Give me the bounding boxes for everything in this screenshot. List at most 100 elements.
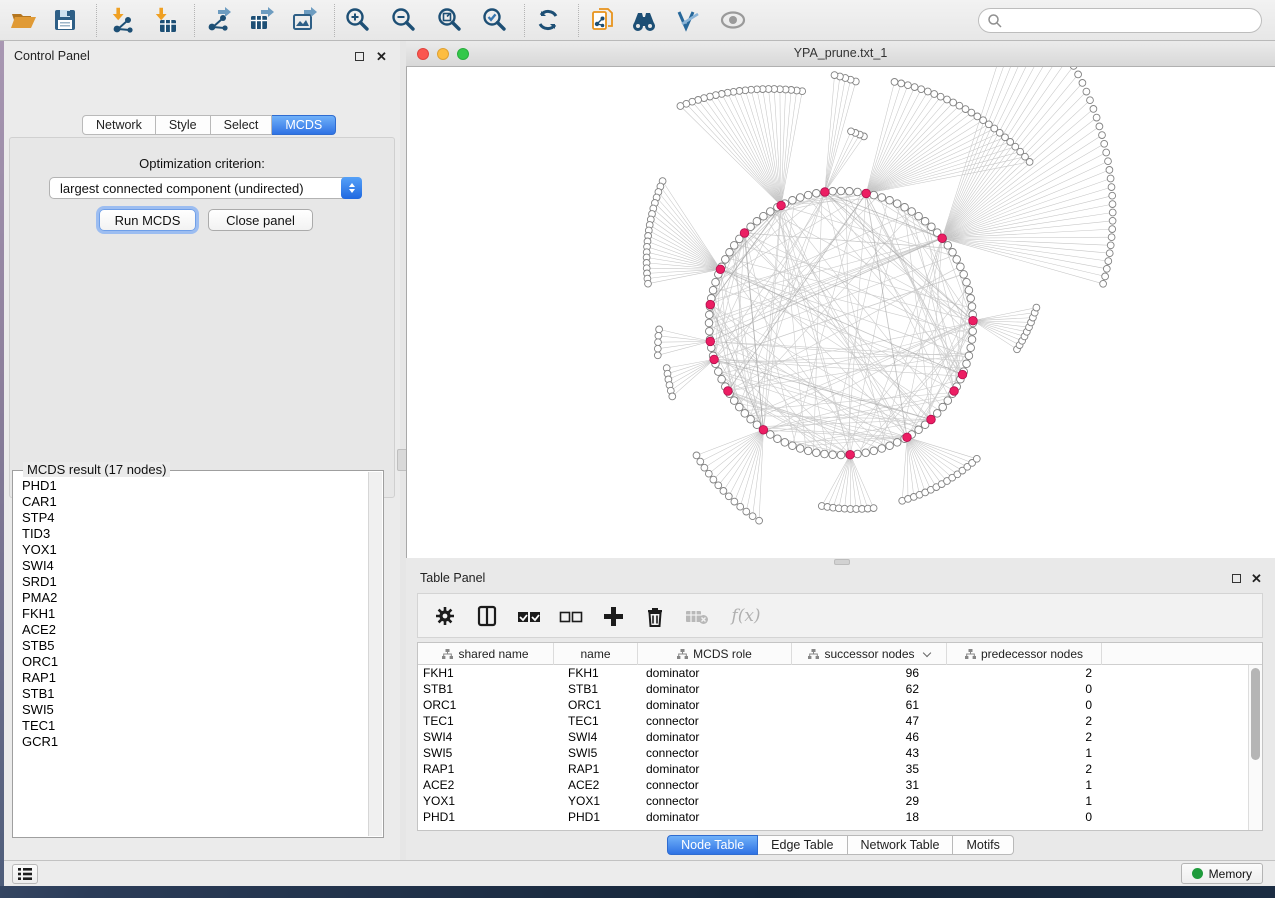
cell-predecessor-nodes: 0 (947, 681, 1102, 697)
delete-table-icon[interactable] (684, 603, 710, 629)
cell-name: ACE2 (554, 777, 638, 793)
tab-network-table[interactable]: Network Table (848, 835, 954, 855)
scrollbar-thumb[interactable] (1251, 668, 1260, 760)
list-item-yox1[interactable]: YOX1 (14, 542, 366, 558)
list-item-rap1[interactable]: RAP1 (14, 670, 366, 686)
tab-mcds[interactable]: MCDS (272, 115, 336, 135)
table-row-rap1[interactable]: RAP1RAP1dominator352 (418, 761, 1248, 777)
list-item-tec1[interactable]: TEC1 (14, 718, 366, 734)
mcds-result-group: MCDS result (17 nodes) PHD1CAR1STP4TID3Y… (12, 470, 384, 838)
table-row-stb1[interactable]: STB1STB1dominator620 (418, 681, 1248, 697)
column-label: shared name (458, 647, 528, 661)
cell-predecessor-nodes: 2 (947, 665, 1102, 681)
zoom-in-icon[interactable] (342, 5, 372, 35)
table-panel-title: Table Panel (420, 571, 485, 585)
network-graph[interactable] (407, 67, 1275, 558)
table-scrollbar[interactable] (1248, 665, 1262, 830)
zoom-out-icon[interactable] (388, 5, 418, 35)
cell-name: RAP1 (554, 761, 638, 777)
list-item-stb5[interactable]: STB5 (14, 638, 366, 654)
export-network-icon[interactable] (204, 5, 234, 35)
toolbar-separator (578, 4, 579, 37)
split-columns-icon[interactable] (474, 603, 500, 629)
table-row-fkh1[interactable]: FKH1FKH1dominator962 (418, 665, 1248, 681)
list-item-gcr1[interactable]: GCR1 (14, 734, 366, 750)
cell-shared-name: ORC1 (418, 697, 554, 713)
optimization-dropdown[interactable]: largest connected component (undirected) (49, 177, 362, 199)
table-row-yox1[interactable]: YOX1YOX1connector291 (418, 793, 1248, 809)
node-table[interactable]: shared name name MCDS rolesuccessor nodesp… (417, 642, 1263, 831)
list-item-swi4[interactable]: SWI4 (14, 558, 366, 574)
column-header-name[interactable]: name (554, 643, 638, 665)
float-panel-icon[interactable] (1230, 572, 1243, 585)
table-row-tec1[interactable]: TEC1TEC1connector472 (418, 713, 1248, 729)
table-row-phd1[interactable]: PHD1PHD1dominator180 (418, 809, 1248, 825)
list-item-fkh1[interactable]: FKH1 (14, 606, 366, 622)
table-row-swi5[interactable]: SWI5SWI5connector431 (418, 745, 1248, 761)
horizontal-splitter[interactable] (406, 558, 1275, 565)
list-item-car1[interactable]: CAR1 (14, 494, 366, 510)
cell-name: YOX1 (554, 793, 638, 809)
list-item-tid3[interactable]: TID3 (14, 526, 366, 542)
column-header-successor-nodes[interactable]: successor nodes (792, 643, 947, 665)
export-image-icon[interactable] (290, 5, 320, 35)
export-table-icon[interactable] (247, 5, 277, 35)
select-all-checkboxes-icon[interactable] (516, 603, 542, 629)
close-panel-button[interactable]: Close panel (208, 209, 313, 231)
column-label: name (580, 647, 610, 661)
graphics-details-eye-icon[interactable] (718, 5, 748, 35)
memory-button[interactable]: Memory (1181, 863, 1263, 884)
close-panel-icon[interactable]: ✕ (375, 50, 388, 63)
cell-successor-nodes: 29 (792, 793, 947, 809)
clone-network-icon[interactable] (588, 5, 618, 35)
list-item-phd1[interactable]: PHD1 (14, 478, 366, 494)
list-item-pma2[interactable]: PMA2 (14, 590, 366, 606)
zoom-selected-icon[interactable] (479, 5, 509, 35)
open-session-icon[interactable] (8, 5, 38, 35)
import-table-icon[interactable] (149, 5, 179, 35)
table-row-ace2[interactable]: ACE2ACE2connector311 (418, 777, 1248, 793)
list-item-ace2[interactable]: ACE2 (14, 622, 366, 638)
run-mcds-button[interactable]: Run MCDS (99, 209, 196, 231)
mcds-list-scrollbar[interactable] (368, 472, 382, 836)
search-input[interactable] (1003, 11, 1261, 31)
tab-network[interactable]: Network (82, 115, 156, 135)
network-canvas[interactable] (406, 67, 1275, 558)
column-header-predecessor-nodes[interactable]: predecessor nodes (947, 643, 1102, 665)
tab-node-table[interactable]: Node Table (667, 835, 758, 855)
deselect-all-checkboxes-icon[interactable] (558, 603, 584, 629)
list-item-srd1[interactable]: SRD1 (14, 574, 366, 590)
save-session-icon[interactable] (50, 5, 80, 35)
dropdown-stepper-icon (341, 177, 362, 199)
style-visibility-icon[interactable] (673, 5, 703, 35)
delete-column-icon[interactable] (642, 603, 668, 629)
add-column-icon[interactable] (600, 603, 626, 629)
column-header-mcds-role[interactable]: MCDS role (638, 643, 792, 665)
refresh-icon[interactable] (533, 5, 563, 35)
list-item-orc1[interactable]: ORC1 (14, 654, 366, 670)
close-panel-icon[interactable]: ✕ (1250, 572, 1263, 585)
tab-select[interactable]: Select (211, 115, 273, 135)
settings-gear-icon[interactable] (432, 603, 458, 629)
tab-style[interactable]: Style (156, 115, 211, 135)
search-box[interactable] (978, 8, 1262, 33)
search-binoculars-icon[interactable] (629, 5, 659, 35)
task-history-button[interactable] (12, 864, 38, 884)
tab-edge-table[interactable]: Edge Table (758, 835, 847, 855)
cell-successor-nodes: 46 (792, 729, 947, 745)
list-item-stb1[interactable]: STB1 (14, 686, 366, 702)
network-window-titlebar[interactable]: YPA_prune.txt_1 (406, 41, 1275, 67)
tab-motifs[interactable]: Motifs (953, 835, 1013, 855)
column-tree-icon (442, 649, 453, 659)
table-row-orc1[interactable]: ORC1ORC1dominator610 (418, 697, 1248, 713)
column-header-shared-name[interactable]: shared name (418, 643, 554, 665)
table-row-swi4[interactable]: SWI4SWI4dominator462 (418, 729, 1248, 745)
import-network-icon[interactable] (106, 5, 136, 35)
zoom-fit-icon[interactable] (434, 5, 464, 35)
float-panel-icon[interactable] (353, 50, 366, 63)
mcds-result-list[interactable]: PHD1CAR1STP4TID3YOX1SWI4SRD1PMA2FKH1ACE2… (14, 478, 366, 836)
list-item-swi5[interactable]: SWI5 (14, 702, 366, 718)
function-builder-icon[interactable]: f(x) (726, 603, 766, 629)
network-window-title: YPA_prune.txt_1 (406, 46, 1275, 60)
list-item-stp4[interactable]: STP4 (14, 510, 366, 526)
